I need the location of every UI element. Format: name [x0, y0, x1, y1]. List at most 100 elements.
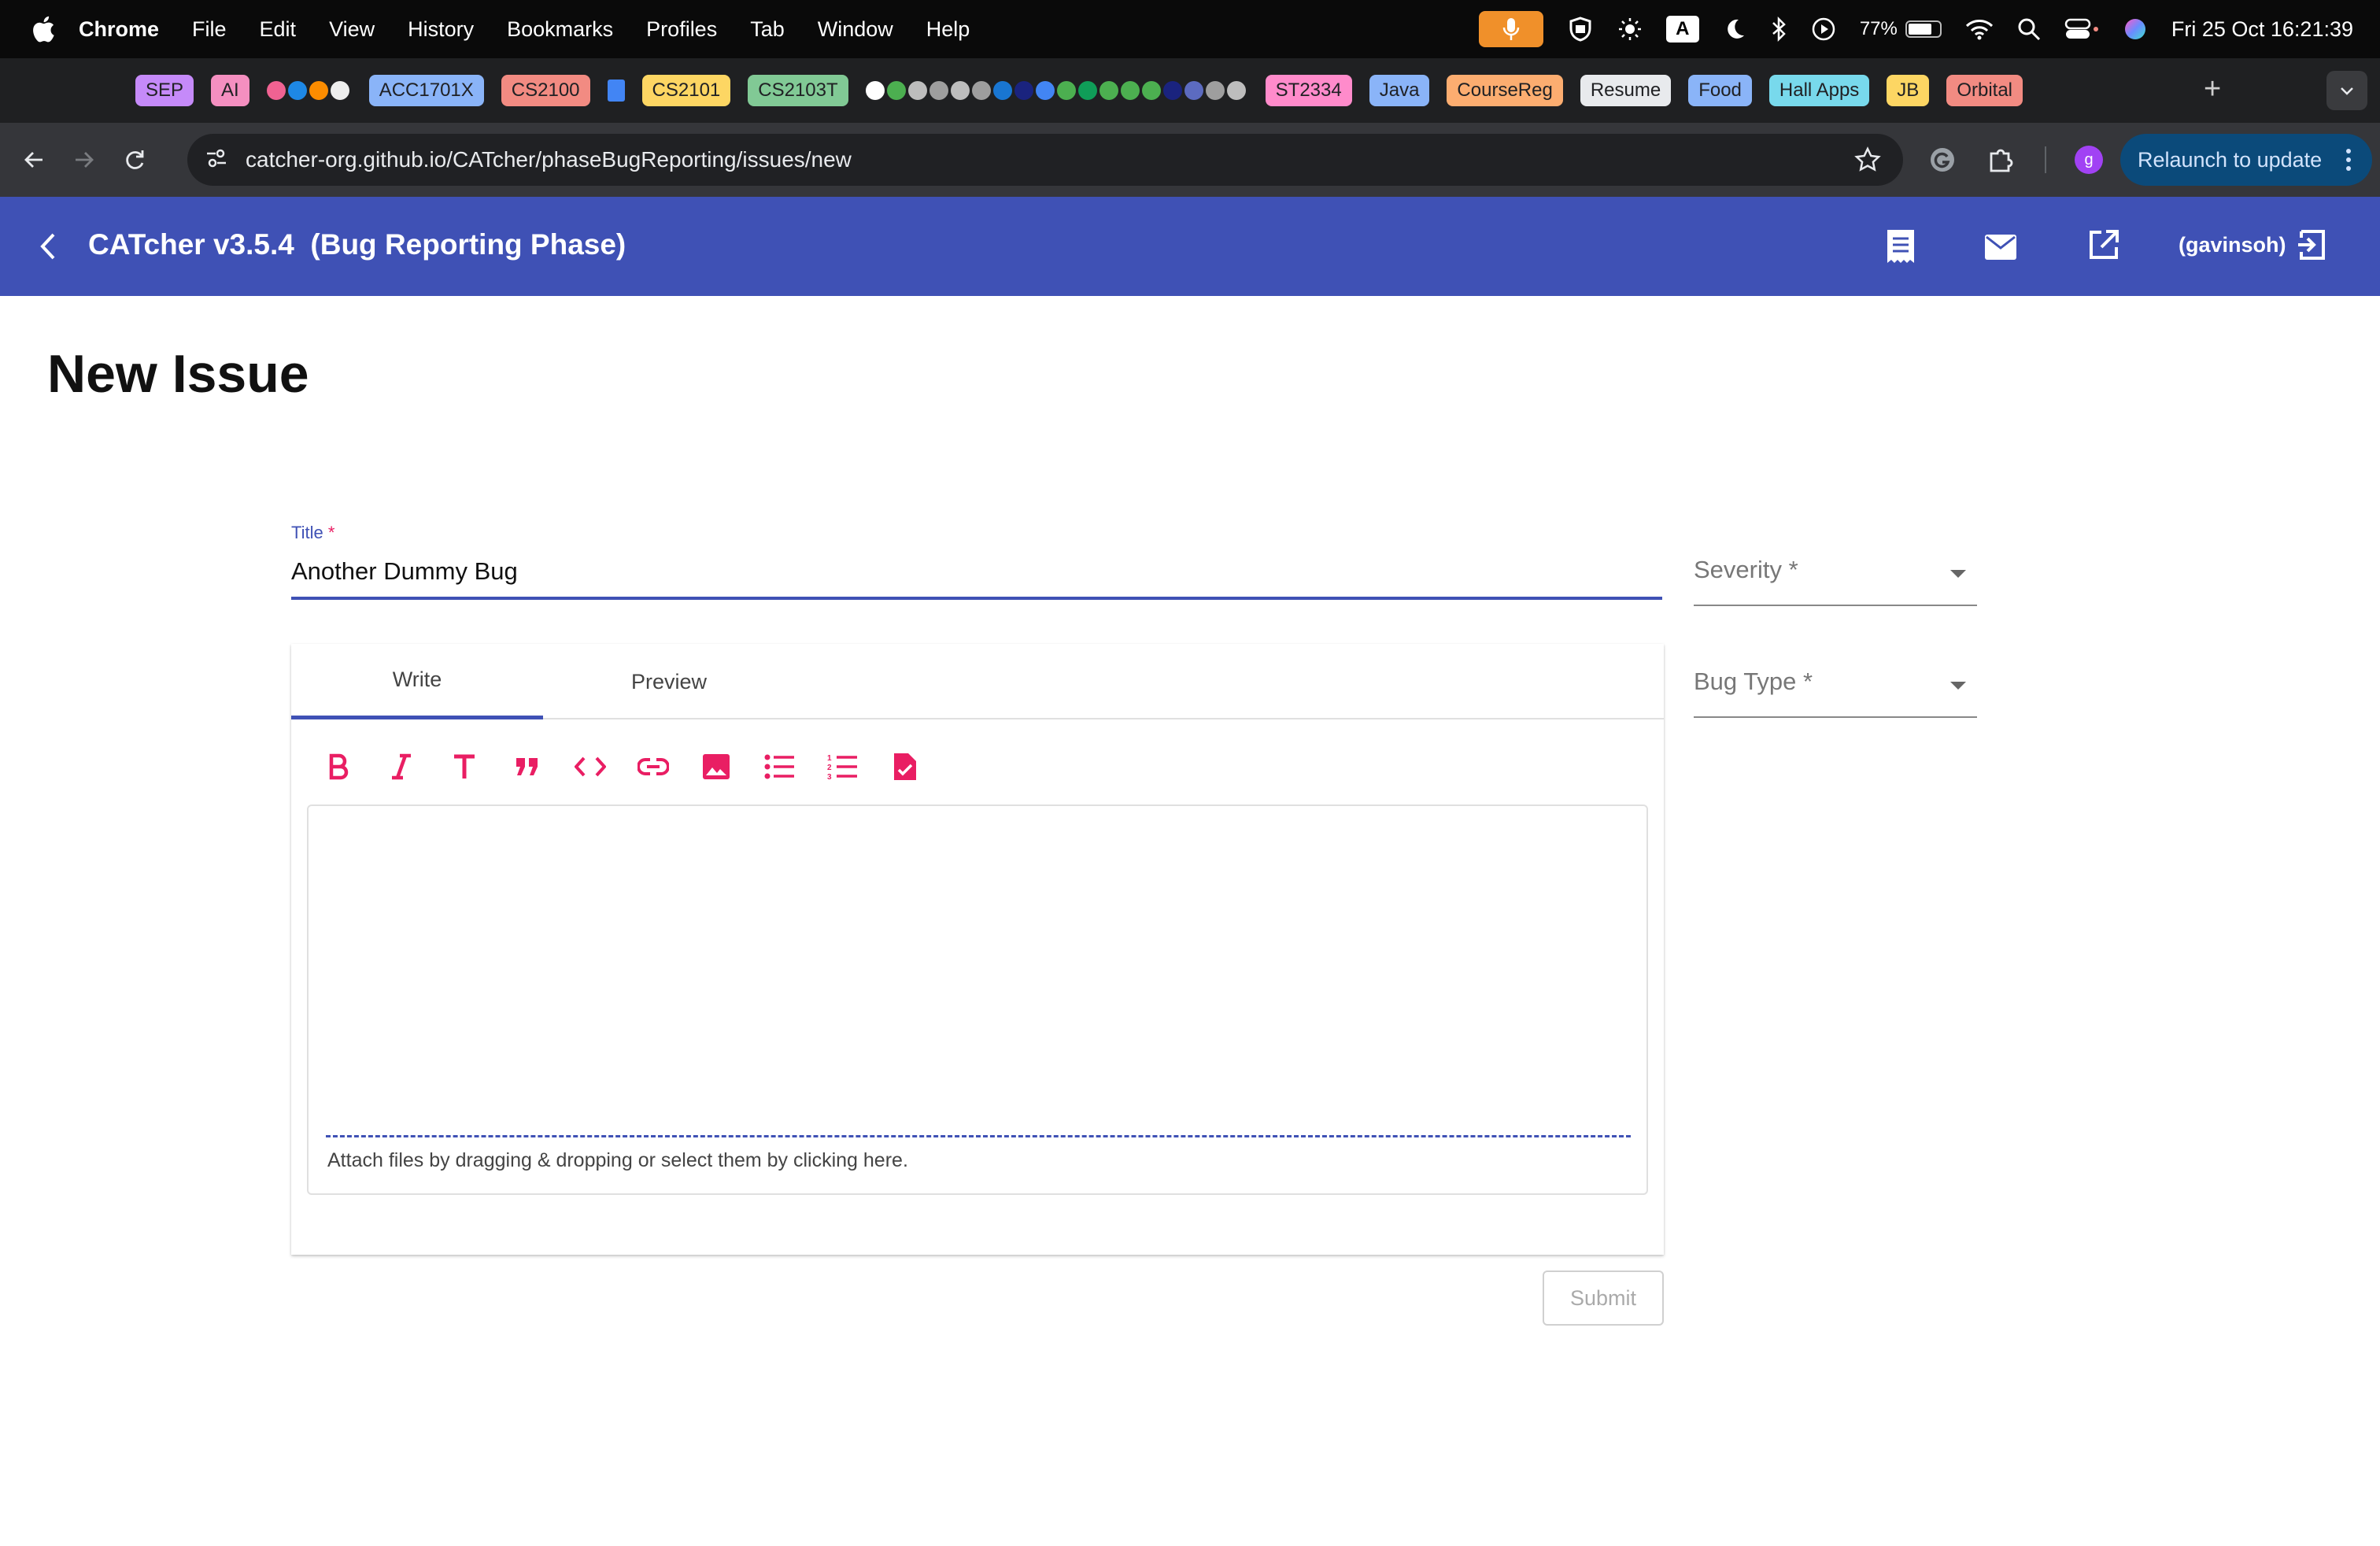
moon-icon[interactable] — [1723, 17, 1746, 41]
brightness-icon[interactable] — [1617, 17, 1643, 42]
url-omnibox[interactable]: catcher-org.github.io/CATcher/phaseBugRe… — [187, 134, 1903, 186]
site-favicon-icon[interactable] — [1120, 81, 1140, 100]
menu-tab[interactable]: Tab — [750, 17, 785, 42]
microphone-icon[interactable] — [1478, 11, 1543, 47]
site-favicon-icon[interactable] — [1035, 81, 1055, 100]
site-favicon-icon[interactable] — [1226, 81, 1246, 100]
spotlight-search-icon[interactable] — [2017, 17, 2041, 41]
apple-icon[interactable] — [31, 15, 55, 43]
bookmark-folder-coursereg[interactable]: CourseReg — [1447, 75, 1563, 106]
site-favicon-icon[interactable] — [971, 81, 991, 100]
grammarly-extension-icon[interactable] — [1928, 146, 1957, 174]
title-input[interactable]: Another Dummy Bug — [291, 557, 1662, 589]
bulleted-list-icon[interactable] — [762, 749, 796, 784]
bookmark-folder-resume[interactable]: Resume — [1580, 75, 1672, 106]
bookmark-folder-st2334[interactable]: ST2334 — [1265, 75, 1352, 106]
reload-button[interactable] — [118, 143, 151, 176]
severity-select[interactable]: Severity * — [1694, 556, 1977, 606]
bluetooth-icon[interactable] — [1770, 16, 1787, 43]
back-button[interactable] — [17, 143, 50, 176]
relaunch-to-update-button[interactable]: Relaunch to update — [2120, 134, 2372, 186]
bookmark-star-icon[interactable] — [1854, 146, 1881, 177]
forward-button[interactable] — [68, 143, 101, 176]
site-favicon-icon[interactable] — [1014, 81, 1033, 100]
logout-icon[interactable] — [2295, 228, 2328, 265]
task-list-icon[interactable] — [888, 749, 922, 784]
site-favicon-icon[interactable] — [266, 81, 286, 100]
menu-app-name[interactable]: Chrome — [79, 17, 159, 42]
new-tab-button[interactable]: + — [2204, 72, 2221, 106]
code-icon[interactable] — [573, 749, 608, 784]
site-favicon-icon[interactable] — [950, 81, 970, 100]
bookmark-folder-cs2103t[interactable]: CS2103T — [748, 75, 848, 106]
play-circle-icon[interactable] — [1811, 17, 1836, 42]
site-favicon-icon[interactable] — [1056, 81, 1076, 100]
menu-edit[interactable]: Edit — [260, 17, 297, 42]
site-favicon-icon[interactable] — [309, 81, 328, 100]
bookmark-folder-hall-apps[interactable]: Hall Apps — [1768, 75, 1870, 106]
url-text[interactable]: catcher-org.github.io/CATcher/phaseBugRe… — [246, 147, 852, 172]
openai-favicon-icon[interactable] — [330, 81, 349, 100]
bookmark-folder-food[interactable]: Food — [1688, 75, 1752, 106]
mail-icon[interactable] — [1983, 233, 2018, 265]
github-favicon-icon[interactable] — [865, 81, 885, 100]
bug-type-select[interactable]: Bug Type * — [1694, 668, 1977, 718]
title-field[interactable]: Title * Another Dummy Bug — [291, 523, 1662, 600]
numbered-list-icon[interactable]: 123 — [825, 749, 859, 784]
bookmark-folder-cs2101[interactable]: CS2101 — [641, 75, 731, 106]
attach-files-hint[interactable]: Attach files by dragging & dropping or s… — [327, 1149, 908, 1172]
bold-icon[interactable] — [321, 749, 356, 784]
site-favicon-icon[interactable] — [1099, 81, 1118, 100]
extensions-puzzle-icon[interactable] — [1986, 146, 2015, 174]
tab-preview[interactable]: Preview — [543, 644, 795, 719]
menu-history[interactable]: History — [408, 17, 474, 42]
menu-help[interactable]: Help — [926, 17, 970, 42]
bookmark-folder-ai[interactable]: AI — [211, 75, 249, 106]
back-arrow-icon[interactable] — [36, 231, 60, 265]
control-center-icon[interactable] — [2064, 17, 2099, 41]
menu-window[interactable]: Window — [818, 17, 893, 42]
site-favicon-icon[interactable] — [929, 81, 948, 100]
sheets-favicon-icon[interactable] — [1077, 81, 1097, 100]
site-favicon-icon[interactable] — [287, 81, 307, 100]
description-textarea[interactable]: Attach files by dragging & dropping or s… — [307, 804, 1648, 1195]
menu-file[interactable]: File — [192, 17, 227, 42]
site-favicon-icon[interactable] — [1141, 81, 1161, 100]
heading-icon[interactable] — [447, 749, 482, 784]
siri-icon[interactable] — [2123, 17, 2148, 42]
open-in-new-icon[interactable] — [2087, 228, 2120, 265]
submit-button[interactable]: Submit — [1543, 1270, 1664, 1326]
bookmark-folder-jb[interactable]: JB — [1887, 75, 1930, 106]
google-docs-favicon-icon[interactable] — [607, 80, 625, 102]
zoom-favicon-icon[interactable] — [992, 81, 1012, 100]
bookmark-folder-sep[interactable]: SEP — [135, 75, 194, 106]
profile-avatar[interactable]: g — [2075, 146, 2103, 174]
site-favicon-icon[interactable] — [886, 81, 906, 100]
clock-datetime[interactable]: Fri 25 Oct 16:21:39 — [2171, 17, 2353, 42]
site-favicon-icon[interactable] — [1162, 81, 1182, 100]
input-source-icon[interactable]: A — [1665, 16, 1699, 43]
bookmark-folder-acc1701x[interactable]: ACC1701X — [368, 75, 484, 106]
menu-view[interactable]: View — [329, 17, 375, 42]
vpn-shield-icon[interactable] — [1567, 16, 1594, 43]
menu-profiles[interactable]: Profiles — [646, 17, 717, 42]
site-settings-icon[interactable] — [205, 146, 228, 174]
bookmark-folder-cs2100[interactable]: CS2100 — [501, 75, 590, 106]
receipt-list-icon[interactable] — [1884, 228, 1917, 268]
app-title: CATcher v3.5.4 (Bug Reporting Phase) — [88, 228, 626, 261]
tab-search-button[interactable] — [2326, 71, 2367, 110]
bookmark-tab-strip: SEP AI ACC1701X CS2100 CS2101 CS2103T ST… — [0, 58, 2380, 179]
site-favicon-icon[interactable] — [1205, 81, 1225, 100]
menu-bookmarks[interactable]: Bookmarks — [507, 17, 613, 42]
link-icon[interactable] — [636, 749, 671, 784]
tab-write[interactable]: Write — [291, 644, 543, 719]
bookmark-folder-orbital[interactable]: Orbital — [1946, 75, 2023, 106]
wifi-icon[interactable] — [1965, 18, 1994, 40]
battery-status[interactable]: 77% — [1860, 18, 1942, 40]
quote-icon[interactable] — [510, 749, 545, 784]
image-icon[interactable] — [699, 749, 734, 784]
bookmark-folder-java[interactable]: Java — [1369, 75, 1430, 106]
italic-icon[interactable] — [384, 749, 419, 784]
site-favicon-icon[interactable] — [907, 81, 927, 100]
teams-favicon-icon[interactable] — [1184, 81, 1203, 100]
